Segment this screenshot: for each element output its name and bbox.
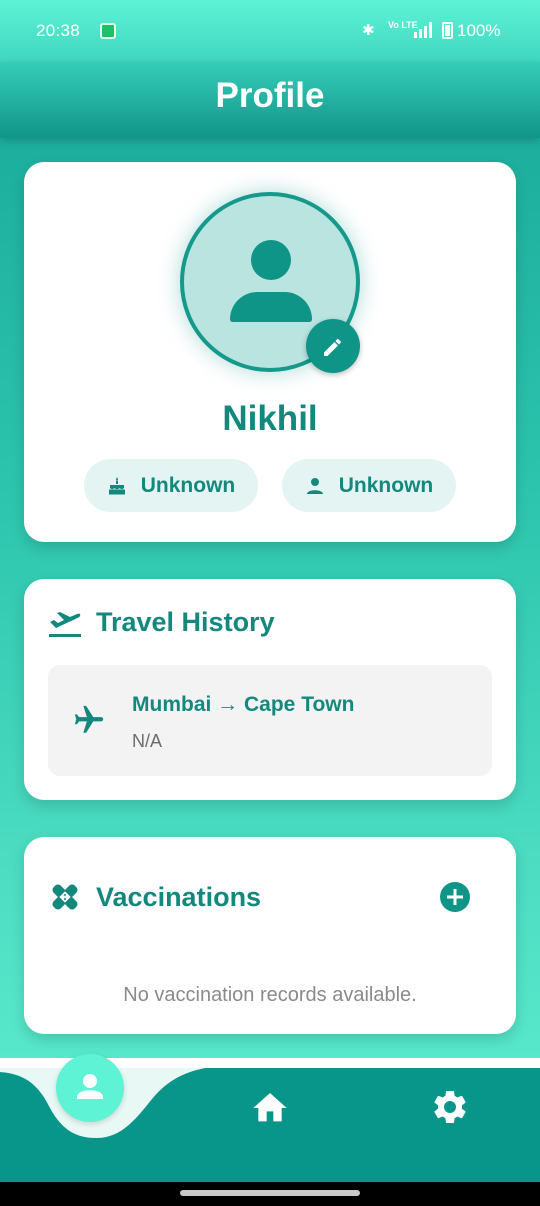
person-icon	[77, 1074, 103, 1099]
birthday-value: Unknown	[140, 473, 236, 497]
battery-icon	[442, 22, 453, 39]
person-icon	[306, 477, 323, 494]
avatar-person-icon	[251, 240, 291, 280]
add-vaccination-button[interactable]	[440, 882, 470, 912]
nav-home-button[interactable]	[250, 1088, 290, 1133]
bluetooth-icon: ✱	[362, 22, 375, 39]
app-header: Profile	[0, 62, 540, 138]
page-title: Profile	[215, 76, 325, 115]
signal-icon	[414, 22, 432, 38]
sim-notification-icon	[100, 23, 116, 39]
flight-takeoff-icon	[49, 612, 81, 637]
travel-history-item[interactable]: Mumbai → Cape Town N/A	[48, 665, 492, 776]
nav-profile-button[interactable]	[56, 1054, 124, 1122]
airplane-icon	[74, 705, 104, 733]
home-gesture-handle[interactable]	[180, 1190, 360, 1196]
status-bar: 20:38 ✱ Vo LTE 100%	[0, 0, 540, 62]
travel-date: N/A	[132, 731, 163, 751]
nav-settings-button[interactable]	[430, 1087, 470, 1132]
birthday-chip[interactable]: Unknown	[84, 459, 258, 512]
profile-card: Nikhil Unknown Unknown	[24, 162, 516, 542]
travel-route: Mumbai → Cape Town	[132, 693, 355, 716]
vaccinations-title: Vaccinations	[96, 882, 262, 912]
gender-chip[interactable]: Unknown	[282, 459, 456, 512]
status-time: 20:38	[36, 21, 81, 40]
vaccinations-card: Vaccinations No vaccination records avai…	[24, 837, 516, 1034]
avatar-person-body	[230, 292, 312, 322]
cake-icon	[108, 476, 125, 494]
profile-name: Nikhil	[222, 399, 318, 438]
settings-icon	[434, 1091, 466, 1123]
bottom-navigation	[0, 1054, 540, 1182]
plus-icon	[447, 889, 463, 905]
bandage-icon	[52, 884, 78, 910]
pencil-icon	[324, 339, 341, 356]
edit-avatar-button[interactable]	[306, 319, 360, 373]
gender-value: Unknown	[338, 473, 434, 497]
battery-percentage: 100%	[457, 21, 501, 40]
travel-history-title: Travel History	[96, 607, 275, 637]
system-gesture-bar	[0, 1182, 540, 1206]
travel-history-card: Travel History Mumbai → Cape Town N/A	[24, 579, 516, 800]
vaccinations-empty-message: No vaccination records available.	[123, 984, 417, 1006]
home-icon	[253, 1093, 287, 1122]
